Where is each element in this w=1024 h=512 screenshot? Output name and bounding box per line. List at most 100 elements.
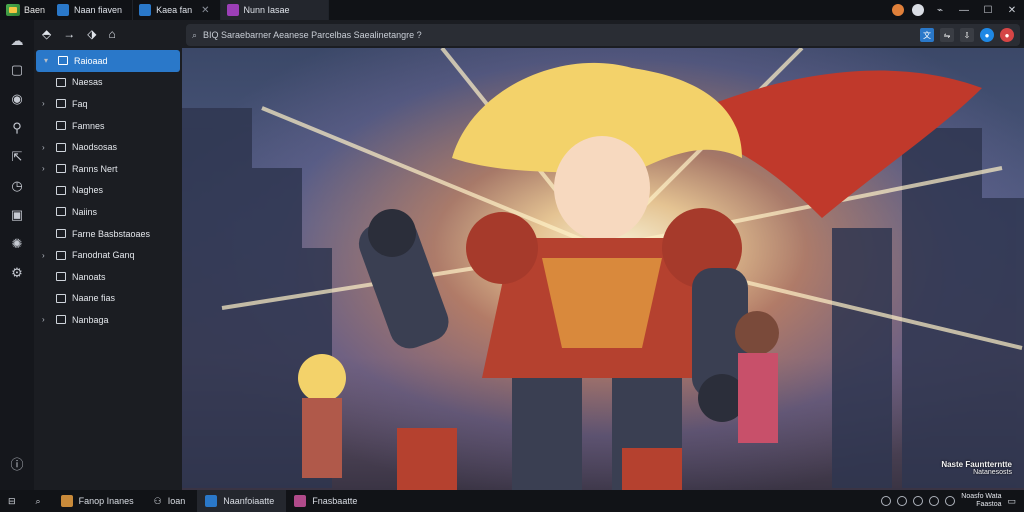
export-icon[interactable]: ⇱ — [0, 142, 34, 171]
forward-icon[interactable]: → — [63, 27, 75, 41]
search-button[interactable]: ⌕ — [28, 490, 53, 512]
sidebar-item[interactable]: › Faq — [34, 93, 182, 115]
contact-icon[interactable]: ▣ — [0, 200, 34, 229]
info-icon[interactable]: ⓘ — [0, 449, 34, 478]
network-icon[interactable] — [881, 496, 892, 506]
taskbar-item-4[interactable]: Fnasbaatte — [286, 490, 369, 512]
tab-label: Naan fiaven — [74, 5, 123, 15]
settings-icon[interactable]: ✺ — [0, 229, 34, 258]
chevron-icon[interactable]: › — [42, 251, 52, 260]
chevron-icon[interactable]: › — [42, 143, 52, 152]
globe-icon[interactable]: ◉ — [0, 84, 34, 113]
sidebar-item-label: Naane fias — [72, 293, 116, 304]
sidebar-item[interactable]: › Nanbaga — [34, 309, 182, 331]
app-window: Baen Naan fiaven Kaea fan ✕ Nunn Iasae ⌁… — [0, 0, 1024, 512]
image-watermark: Naste Fauntterntte Natanesosts — [941, 460, 1012, 476]
sidebar-item-label: Farne Basbstaoaes — [72, 228, 151, 239]
tab-label: Kaea fan — [156, 5, 193, 15]
notification-icon[interactable]: ▭ — [1007, 496, 1016, 507]
home-icon[interactable]: ⌂ — [108, 27, 115, 41]
sidebar-tree: ▾ Raioaad Naesas › Faq Famnes › Naodsosas › Ranns… — [34, 48, 182, 490]
profile-icon[interactable]: ● — [980, 28, 994, 42]
close-icon[interactable]: ✕ — [201, 5, 209, 16]
sidebar-item-label: Fanodnat Ganq — [72, 250, 135, 261]
taskbar-label: Fnasbaatte — [312, 496, 358, 506]
sidebar-item-label: Famnes — [72, 120, 105, 131]
gear-icon[interactable]: ⚙ — [0, 258, 34, 287]
sidebar-item[interactable]: › Fanodnat Ganq — [34, 244, 182, 266]
folder-icon — [56, 272, 66, 282]
taskbar-label: Fanop Inanes — [78, 496, 134, 506]
title-bar: Baen Naan fiaven Kaea fan ✕ Nunn Iasae ⌁… — [0, 0, 1024, 20]
chat-icon[interactable] — [897, 496, 908, 506]
close-button[interactable]: ✕ — [1000, 0, 1024, 20]
key-icon[interactable]: ⚲ — [0, 113, 34, 142]
chevron-icon[interactable]: ▾ — [44, 56, 54, 65]
app-logo[interactable]: Baen — [0, 0, 51, 20]
document-icon[interactable]: ▢ — [0, 55, 34, 84]
sidebar-item-label: Naghes — [72, 185, 104, 196]
taskbar-item-1[interactable]: Fanop Inanes — [53, 490, 146, 512]
folder-icon — [56, 164, 66, 174]
chevron-icon[interactable]: › — [42, 315, 52, 324]
taskbar-item-2[interactable]: ⚇ Ioan — [146, 490, 198, 512]
taskbar-item-3[interactable]: Naanfoiaatte — [197, 490, 287, 512]
clock-icon[interactable]: ◷ — [0, 171, 34, 200]
back-icon[interactable]: ⬘ — [42, 27, 51, 41]
profile-icon[interactable] — [892, 4, 904, 16]
pin-icon[interactable]: ⌁ — [928, 0, 952, 20]
extensions-icon[interactable]: ⇋ — [940, 28, 954, 42]
app-label: Baen — [24, 5, 46, 15]
start-button[interactable]: ⊟ — [0, 490, 28, 512]
sidebar-item[interactable]: Famnes — [34, 115, 182, 137]
cloud-icon[interactable]: ☁ — [0, 26, 34, 55]
window-controls: ⌁ — ☐ ✕ — [888, 0, 1024, 20]
sidebar-item-label: Faq — [72, 98, 88, 109]
person-icon: ⚇ — [153, 495, 162, 506]
address-bar[interactable]: ⌕ BIQ Saraebarner Aeanese Parcelbas Saea… — [186, 24, 1020, 46]
sidebar-item[interactable]: Nanoats — [34, 266, 182, 288]
taskbar-label: Ioan — [167, 496, 186, 506]
folder-icon — [56, 207, 66, 217]
settings-icon[interactable] — [945, 496, 956, 506]
sidebar-item[interactable]: Farne Basbstaoaes — [34, 223, 182, 245]
theme-icon[interactable] — [912, 4, 924, 16]
menu-icon[interactable]: ● — [1000, 28, 1014, 42]
page-icon — [226, 4, 239, 16]
sidebar-item[interactable]: › Naodsosas — [34, 136, 182, 158]
sidebar-item[interactable]: Naesas — [34, 72, 182, 94]
app-logo-icon — [6, 4, 20, 16]
minimize-button[interactable]: — — [952, 0, 976, 20]
sidebar-item-label: Raioaad — [74, 55, 108, 66]
search-icon: ⌕ — [35, 495, 41, 506]
sidebar-item[interactable]: Naghes — [34, 180, 182, 202]
translate-icon[interactable]: 文 — [920, 28, 934, 42]
folder-icon — [56, 99, 66, 109]
folder-icon — [56, 250, 66, 260]
clock[interactable]: Noasfo Wata Faastoa — [961, 493, 1001, 509]
up-icon[interactable]: ⬗ — [87, 27, 96, 41]
clock-line-2: Faastoa — [976, 501, 1002, 508]
search-icon: ⌕ — [192, 29, 198, 40]
address-actions: 文 ⇋ ⇩ ● ● — [920, 28, 1014, 42]
sidebar-item[interactable]: › Ranns Nert — [34, 158, 182, 180]
tab-2[interactable]: Kaea fan ✕ — [133, 0, 221, 20]
sidebar-item-label: Nanoats — [72, 271, 106, 282]
volume-icon[interactable] — [913, 496, 924, 506]
sidebar-item-label: Ranns Nert — [72, 163, 118, 174]
sidebar-item[interactable]: ▾ Raioaad — [36, 50, 180, 72]
folder-icon — [56, 185, 66, 195]
folder-icon — [58, 56, 68, 66]
tab-3[interactable]: Nunn Iasae — [220, 0, 329, 20]
download-icon[interactable]: ⇩ — [960, 28, 974, 42]
chevron-icon[interactable]: › — [42, 164, 52, 173]
folder-icon — [56, 77, 66, 87]
sidebar-item[interactable]: Naane fias — [34, 288, 182, 310]
sidebar-item[interactable]: Naiins — [34, 201, 182, 223]
maximize-button[interactable]: ☐ — [976, 0, 1000, 20]
battery-icon[interactable] — [929, 496, 940, 506]
sidebar-item-label: Naiins — [72, 206, 98, 217]
tab-1[interactable]: Naan fiaven — [51, 0, 134, 20]
page-icon — [139, 4, 152, 16]
chevron-icon[interactable]: › — [42, 99, 52, 108]
